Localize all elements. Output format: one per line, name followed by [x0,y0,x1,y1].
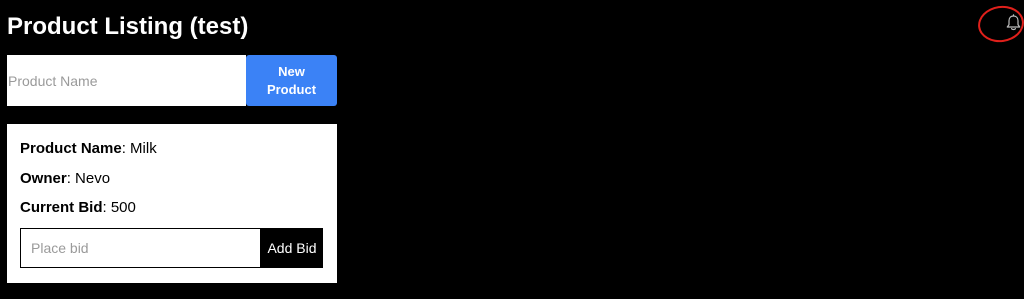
new-product-form: New Product [7,55,337,106]
current-bid-separator: : [102,199,107,216]
product-card: Product Name: Milk Owner: Nevo Current B… [7,124,337,283]
product-name-input[interactable] [7,55,246,106]
owner-separator: : [66,169,71,187]
product-name-line: Product Name: Milk [20,139,324,159]
new-product-button[interactable]: New Product [246,55,337,106]
add-bid-button[interactable]: Add Bid [261,227,323,268]
product-name-separator: : [121,140,126,157]
owner-line: Owner: Nevo [20,169,324,189]
owner-value: Nevo [75,169,111,187]
current-bid-value: 500 [110,199,136,216]
bell-icon [1006,14,1020,31]
bid-form: Add Bid [20,227,324,268]
product-name-label: Product Name [20,140,122,157]
product-name-value: Milk [130,140,157,157]
notifications-area [975,2,1024,46]
notifications-button[interactable] [1002,12,1024,34]
owner-label: Owner [20,169,67,187]
current-bid-label: Current Bid [20,199,103,216]
page-title: Product Listing (test) [7,13,249,40]
place-bid-input[interactable] [20,227,261,268]
current-bid-line: Current Bid: 500 [20,198,324,218]
